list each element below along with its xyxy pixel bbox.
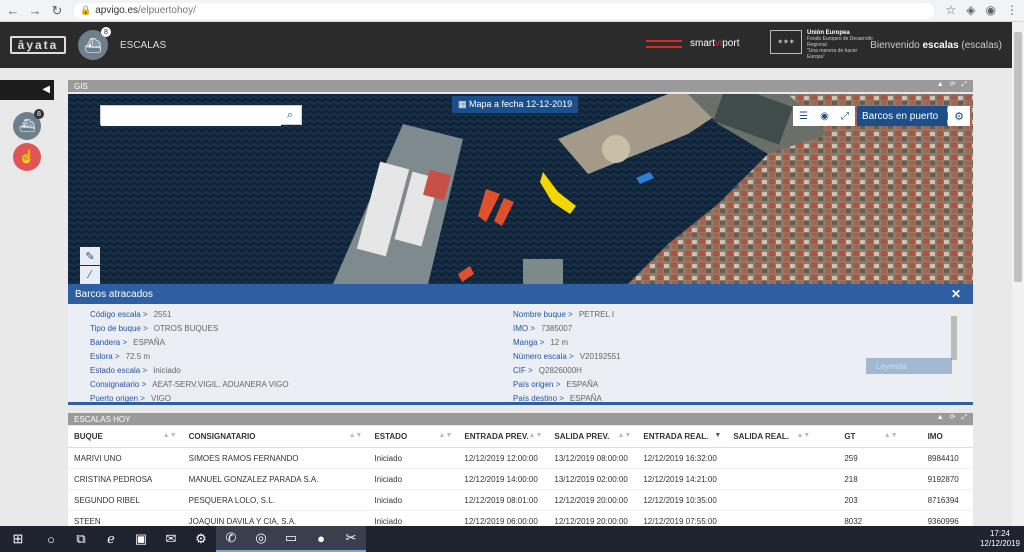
gear-icon[interactable]: ⚙ [948,106,970,126]
escalas-panel-title: ESCALAS HOY ▲ ⟳ ⤢ [68,413,973,425]
app-header: āyata ⛴ 8 ESCALAS smart vi port ✶✶✶ Unión… [0,22,1012,68]
column-header-salida-prev[interactable]: SALIDA PREV. ▲▼ [548,432,637,441]
detail-divider [68,402,973,405]
detail-field: País destino > ESPAÑA [513,394,602,402]
column-header-estado[interactable]: ESTADO ▲▼ [368,432,458,441]
account-icon[interactable]: ◉ [986,3,996,17]
snipping-icon[interactable]: ✂ [336,526,366,552]
detail-header: Barcos atracados ✕ [68,284,973,304]
panel-controls-icon[interactable]: ▲ ⟳ ⤢ [937,80,969,89]
column-header-buque[interactable]: BUQUE ▲▼ [68,432,183,441]
detail-left-column: Código escala >2551 Tipo de buque > OTROS… [90,308,289,402]
windows-start-icon[interactable]: ⊞ [0,526,36,552]
address-bar[interactable]: 🔒 apvigo.es/elpuertohoy/ [74,2,934,19]
sidebar-toggle[interactable]: ◀ [0,80,54,100]
url-path: /elpuertohoy/ [138,5,196,16]
map-search-box[interactable]: ⌕ [100,105,302,126]
detail-scrollbar[interactable] [949,310,959,396]
outlook-icon[interactable]: ✆ [216,526,246,552]
layer-selector[interactable]: Barcos en puerto [857,106,947,126]
sidebar-touch-icon[interactable]: ☝ [13,143,41,171]
network-icon[interactable]: ⚙ [186,526,216,552]
eu-logo: ✶✶✶ Unión Europea Fondo Europeo de Desar… [770,30,875,60]
detail-field: Manga >12 m [513,338,569,347]
detail-field: País origen > ESPAÑA [513,380,599,389]
forward-icon[interactable]: → [26,2,44,20]
smartviport-logo: smart vi port [646,38,739,49]
menu-icon[interactable]: ⋮ [1006,3,1018,17]
column-header-consignatario[interactable]: CONSIGNATARIO ▲▼ [183,432,369,441]
back-icon[interactable]: ← [4,2,22,20]
detail-body: Código escala >2551 Tipo de buque > OTROS… [68,304,973,402]
draw-pencil-icon[interactable]: ✎ [80,247,100,265]
search-circle-icon[interactable]: ○ [36,526,66,552]
url-domain: apvigo.es [95,5,139,16]
detail-field: Estado escala > Iniciado [90,366,181,375]
map-date-label: Mapa a fecha 12-12-2019 [469,99,573,109]
ayata-logo[interactable]: āyata [10,36,66,54]
table-row[interactable]: STEEN JOAQUIN DAVILA Y CIA, S.A. Iniciad… [68,511,973,526]
detail-field: IMO >7385007 [513,324,573,333]
search-icon[interactable]: ⌕ [287,109,293,122]
lock-icon: 🔒 [80,5,92,15]
gis-panel-title: GIS ▲ ⟳ ⤢ [68,80,973,92]
detail-field: Puerto origen > VIGO [90,394,171,402]
table-row[interactable]: MARIVI UNO SIMOES RAMOS FERNANDO Iniciad… [68,448,973,469]
column-header-gt[interactable]: GT ▲▼ [816,432,903,441]
calendar-icon: ▦ [458,99,467,109]
mail-icon[interactable]: ✉ [156,526,186,552]
map-search-input[interactable] [101,107,281,126]
table-row[interactable]: CRISTINA PEDROSA MANUEL GONZALEZ PARADA … [68,469,973,490]
map-date-button[interactable]: ▦ Mapa a fecha 12-12-2019 [452,96,579,113]
detail-field: Bandera > ESPAÑA [90,338,166,347]
list-icon[interactable]: ☰ [799,111,808,122]
task-view-icon[interactable]: ⧉ [66,526,96,552]
detail-field: Nombre buque > PETREL I [513,310,615,319]
column-header-salida-real[interactable]: SALIDA REAL. ▲▼ [727,432,816,441]
module-title: ESCALAS [120,39,167,51]
welcome-text[interactable]: Bienvenido escalas (escalas) [870,40,1002,51]
escalas-table: BUQUE ▲▼ CONSIGNATARIO ▲▼ ESTADO ▲▼ ENTRADA… [68,426,973,526]
detail-field: Consignatario > AEAT-SERV.VIGIL. ADUANERA… [90,380,289,389]
panel-controls-icon[interactable]: ▲ ⟳ ⤢ [937,413,969,422]
eye-icon[interactable]: ◉ [820,111,829,122]
windows-taskbar: ⊞ ○ ⧉ ℯ ▣ ✉ ⚙ ✆ ◎ ▭ ● ✂ 17:24 12/12/2019 [0,526,1024,552]
sidebar-badge: 8 [34,109,44,119]
gis-map[interactable]: ⌕ ▦ Mapa a fecha 12-12-2019 ☰ ◉ ⤢ Barcos… [68,94,973,284]
detail-field: Eslora >72.5 m [90,352,151,361]
recorder-icon[interactable]: ● [306,526,336,552]
ship-module-icon[interactable]: ⛴ 8 [78,27,111,60]
detail-field: Código escala >2551 [90,310,172,319]
expand-icon[interactable]: ⤢ [841,111,849,122]
detail-field: Número escala > V20192551 [513,352,621,361]
detail-field: CIF > Q2826000H [513,366,582,375]
shield-icon[interactable]: ◈ [966,3,975,17]
folder-icon[interactable]: ▭ [276,526,306,552]
draw-line-icon[interactable]: ∕ [80,266,100,284]
module-badge: 8 [101,27,111,37]
column-header-entrada-real[interactable]: ENTRADA REAL. ▼ [637,432,727,441]
detail-title: Barcos atracados [75,288,153,300]
edge-icon[interactable]: ℯ [96,526,126,552]
star-icon[interactable]: ☆ [946,3,957,17]
detail-field: Tipo de buque > OTROS BUQUES [90,324,219,333]
legend-button[interactable]: Leyenda [866,358,952,374]
chrome-icon[interactable]: ◎ [246,526,276,552]
table-header: BUQUE ▲▼ CONSIGNATARIO ▲▼ ESTADO ▲▼ ENTRADA… [68,426,973,448]
eu-flag-icon: ✶✶✶ [770,30,802,54]
column-header-imo[interactable]: IMO [904,432,973,441]
map-tools: ☰ ◉ ⤢ [793,106,855,126]
reload-icon[interactable]: ↻ [48,2,66,20]
store-icon[interactable]: ▣ [126,526,156,552]
table-row[interactable]: SEGUNDO RIBEL PESQUERA LOLO, S.L. Inicia… [68,490,973,511]
close-icon[interactable]: ✕ [951,287,961,301]
taskbar-clock[interactable]: 17:24 12/12/2019 [980,529,1020,549]
browser-toolbar: ← → ↻ 🔒 apvigo.es/elpuertohoy/ ☆ ◈ ◉ ⋮ [0,0,1024,22]
column-header-entrada-prev[interactable]: ENTRADA PREV. ▲▼ [458,432,548,441]
collapse-icon: ◀ [42,84,50,95]
page-scrollbar[interactable] [1012,22,1024,526]
detail-right-column: Nombre buque > PETREL I IMO >7385007 Mang… [513,308,621,402]
sidebar-ship-icon[interactable]: ⛴ 8 [13,109,44,140]
